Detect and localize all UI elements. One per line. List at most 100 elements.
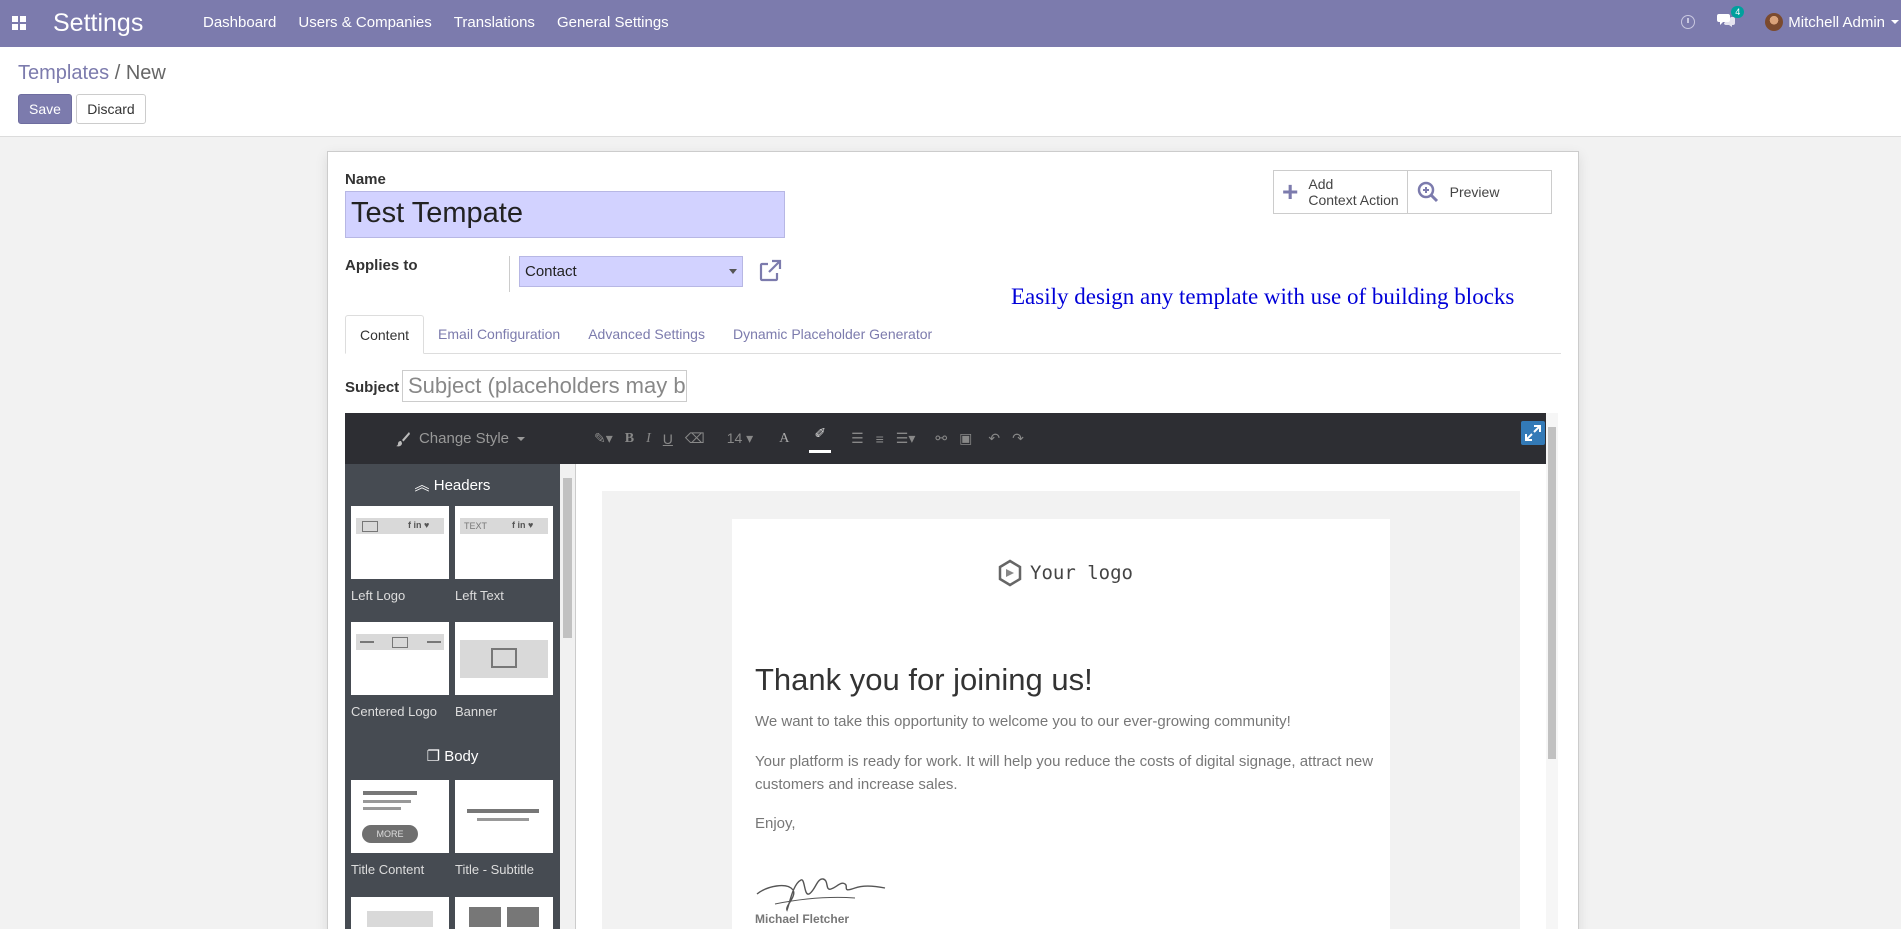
snippet-caption: Banner xyxy=(455,704,497,719)
underline-icon[interactable]: U xyxy=(663,431,673,447)
email-wrapper: Your logo Thank you for joining us! We w… xyxy=(602,491,1520,929)
logo-text: Your logo xyxy=(1030,562,1133,584)
font-color-icon[interactable]: A xyxy=(779,431,789,447)
snippet-left-logo[interactable]: f in ♥ Left Logo xyxy=(351,506,449,603)
email-paragraph-1[interactable]: We want to take this opportunity to welc… xyxy=(755,711,1375,734)
tab-content[interactable]: Content xyxy=(345,315,425,354)
snippet-left-text[interactable]: TEXT f in ♥ Left Text xyxy=(455,506,553,603)
snippet-banner[interactable]: Banner xyxy=(455,622,553,719)
snippet-thumbnail xyxy=(455,780,553,853)
app-title[interactable]: Settings xyxy=(53,9,143,38)
email-heading[interactable]: Thank you for joining us! xyxy=(755,662,1093,698)
user-avatar[interactable] xyxy=(1765,13,1784,31)
paragraph-align-icon[interactable]: ☰▾ xyxy=(896,430,916,447)
snippet-caption: Title - Subtitle xyxy=(455,862,534,877)
numbered-list-icon[interactable]: ≡ xyxy=(876,431,884,447)
plus-icon: + xyxy=(1282,176,1299,207)
menu-translations[interactable]: Translations xyxy=(454,14,535,31)
font-size-dropdown[interactable]: 14 ▾ xyxy=(727,430,754,447)
editor-scrollbar[interactable] xyxy=(1546,413,1558,929)
email-body[interactable]: Your logo Thank you for joining us! We w… xyxy=(732,519,1390,929)
breadcrumb-templates[interactable]: Templates xyxy=(18,62,109,84)
block-preview xyxy=(507,907,539,927)
more-button-preview: MORE xyxy=(362,825,418,843)
snippets-scrollbar-thumb[interactable] xyxy=(563,478,572,638)
magic-wand-icon[interactable]: ✎▾ xyxy=(594,430,613,447)
bold-icon[interactable]: B xyxy=(625,431,634,447)
change-style-label: Change Style xyxy=(418,430,510,447)
messaging-menu[interactable]: 4 xyxy=(1717,5,1745,33)
email-logo[interactable]: Your logo xyxy=(996,559,1133,587)
external-link-icon[interactable] xyxy=(757,258,783,284)
text-line xyxy=(363,807,401,810)
bullet-list-icon[interactable]: ☰ xyxy=(851,430,864,447)
block-preview xyxy=(469,907,501,927)
applies-to-select[interactable]: Contact xyxy=(519,256,743,287)
control-panel: Templates / New Save Discard xyxy=(0,47,1901,137)
tab-advanced-settings[interactable]: Advanced Settings xyxy=(574,315,719,354)
signature-image[interactable] xyxy=(755,859,895,919)
subject-input[interactable]: Subject (placeholders may be used here) xyxy=(402,370,687,402)
annotation-note: Easily design any template with use of b… xyxy=(1011,284,1515,309)
fullscreen-expand-icon[interactable] xyxy=(1521,421,1545,445)
line-right xyxy=(427,641,441,643)
italic-icon[interactable]: I xyxy=(646,431,651,447)
apps-menu-icon[interactable] xyxy=(12,16,26,30)
preview-label: Preview xyxy=(1449,184,1500,200)
change-style-button[interactable]: Change Style xyxy=(345,413,575,464)
editor-toolbar: Change Style ✎▾ B I U ⌫ 14 ▾ A ✐ ☰ ≡ ☰▾ … xyxy=(345,413,1546,464)
font-size-value: 14 xyxy=(726,430,743,446)
add-context-action-button[interactable]: + Add Context Action xyxy=(1274,171,1407,213)
eraser-icon[interactable]: ⌫ xyxy=(685,430,705,447)
save-button[interactable]: Save xyxy=(18,94,72,124)
user-name[interactable]: Mitchell Admin xyxy=(1788,14,1885,31)
applies-to-label: Applies to xyxy=(345,257,418,274)
undo-icon[interactable]: ↶ xyxy=(988,430,1000,447)
category-body-label: Body xyxy=(444,748,479,765)
email-paragraph-3[interactable]: Enjoy, xyxy=(755,813,1375,836)
menu-general-settings[interactable]: General Settings xyxy=(557,14,669,31)
snippet-thumbnail xyxy=(351,622,449,695)
applies-to-value: Contact xyxy=(525,263,577,280)
copy-icon: ❐ xyxy=(426,748,441,765)
link-icon[interactable]: ⚯ xyxy=(935,430,947,447)
snippet-thumbnail xyxy=(455,622,553,695)
tab-dynamic-placeholder-generator[interactable]: Dynamic Placeholder Generator xyxy=(719,315,946,354)
menu-dashboard[interactable]: Dashboard xyxy=(203,14,276,31)
redo-icon[interactable]: ↷ xyxy=(1012,430,1024,447)
change-style-caret-icon xyxy=(517,436,526,441)
breadcrumb: Templates / New xyxy=(18,62,166,85)
preview-button[interactable]: Preview xyxy=(1406,171,1551,213)
snippets-panel: ︽ Headers f in ♥ Left Logo TEXT f in ♥ L… xyxy=(345,464,560,929)
category-body: ❐ Body xyxy=(345,747,560,765)
snippets-scrollbar[interactable] xyxy=(560,464,575,929)
snippet-title-content[interactable]: MORE Title Content xyxy=(351,780,449,877)
snippet-thumbnail xyxy=(455,897,553,929)
email-paragraph-2[interactable]: Your platform is ready for work. It will… xyxy=(755,751,1375,796)
user-menu-caret-icon[interactable] xyxy=(1891,20,1899,24)
text-line xyxy=(467,809,539,813)
chevrons-up-icon: ︽ xyxy=(414,477,430,494)
add-context-action-label: Add Context Action xyxy=(1308,176,1398,208)
image-placeholder-icon xyxy=(362,521,378,532)
top-navbar: Settings Dashboard Users & Companies Tra… xyxy=(0,0,1901,47)
snippet-partial-1[interactable] xyxy=(351,897,449,929)
snippet-partial-2[interactable] xyxy=(455,897,553,929)
menu-users-companies[interactable]: Users & Companies xyxy=(298,14,431,31)
activity-clock-icon[interactable] xyxy=(1681,15,1696,29)
tab-email-configuration[interactable]: Email Configuration xyxy=(424,315,574,354)
discard-button[interactable]: Discard xyxy=(76,94,146,124)
highlight-color-icon[interactable]: ✐ xyxy=(809,425,832,453)
navbar-systray: 4 Mitchell Admin xyxy=(1681,5,1901,34)
editor-scrollbar-thumb[interactable] xyxy=(1548,427,1556,759)
snippet-thumbnail: TEXT f in ♥ xyxy=(455,506,553,579)
snippet-title-subtitle[interactable]: Title - Subtitle xyxy=(455,780,553,877)
category-headers: ︽ Headers xyxy=(345,474,560,495)
add-label-line1: Add xyxy=(1308,176,1334,192)
name-input[interactable]: Test Tempate xyxy=(345,191,785,238)
breadcrumb-separator: / xyxy=(114,62,121,84)
image-placeholder-icon xyxy=(491,648,517,668)
snippet-caption: Title Content xyxy=(351,862,425,877)
snippet-centered-logo[interactable]: Centered Logo xyxy=(351,622,449,719)
media-icon[interactable]: ▣ xyxy=(959,430,972,447)
